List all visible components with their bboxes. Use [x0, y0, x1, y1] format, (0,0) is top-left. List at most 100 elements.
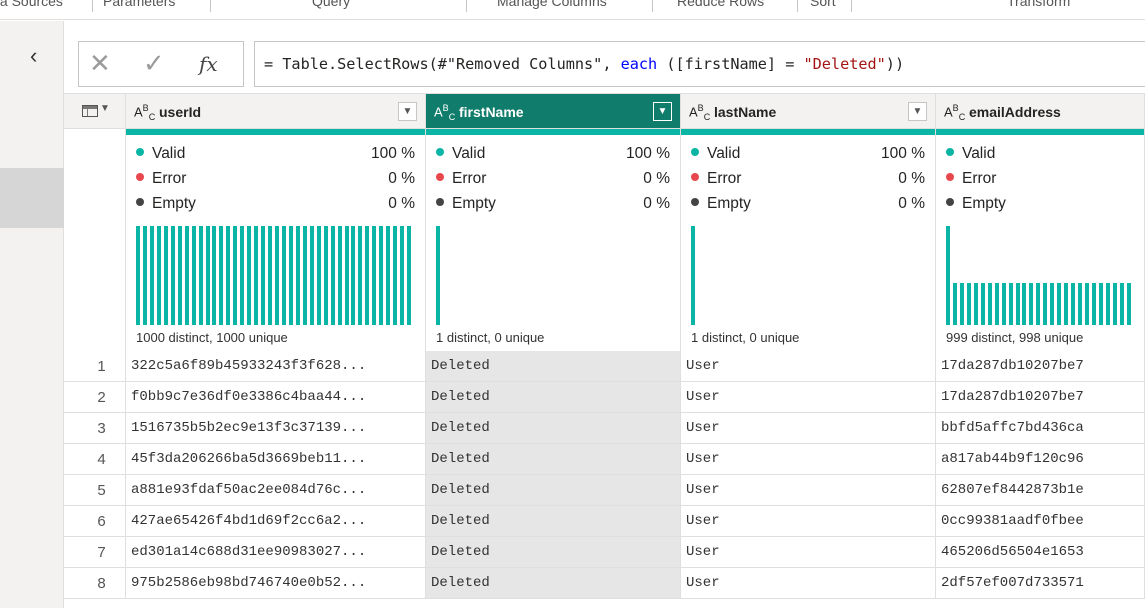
distribution-histogram: [946, 226, 1135, 325]
table-cell-lastName[interactable]: User: [681, 568, 936, 599]
formula-input[interactable]: = Table.SelectRows(#"Removed Columns", e…: [254, 41, 1145, 87]
row-number[interactable]: 7: [64, 537, 126, 568]
column-name: userId: [159, 104, 202, 120]
table-menu-button[interactable]: ▼: [64, 94, 126, 129]
table-cell-firstName[interactable]: Deleted: [426, 475, 681, 506]
error-dot: [946, 173, 954, 181]
ribbon-group-manage-columns[interactable]: Manage Columns: [497, 0, 607, 9]
close-icon[interactable]: ✕: [89, 48, 111, 79]
table-cell-emailAddress[interactable]: bbfd5affc7bd436ca: [936, 413, 1145, 444]
ribbon-group-transform[interactable]: Transform: [1007, 0, 1070, 9]
histogram-bar: [156, 226, 161, 325]
table-cell-userId[interactable]: f0bb9c7e36df0e3386c4baa44...: [126, 382, 426, 413]
error-percent: 0 %: [898, 170, 925, 187]
empty-text: Empty: [152, 195, 196, 212]
table-cell-userId[interactable]: 45f3da206266ba5d3669beb11...: [126, 444, 426, 475]
text-type-icon[interactable]: ABC: [134, 103, 155, 122]
table-cell-userId[interactable]: 322c5a6f89b45933243f3f628...: [126, 351, 426, 382]
table-cell-lastName[interactable]: User: [681, 444, 936, 475]
valid-text: Valid: [962, 145, 996, 162]
ribbon-group-sort[interactable]: Sort: [810, 0, 836, 9]
table-cell-lastName[interactable]: User: [681, 537, 936, 568]
histogram-bar: [966, 283, 971, 325]
table-cell-lastName[interactable]: User: [681, 506, 936, 537]
formula-keyword: each: [620, 55, 658, 73]
chevron-down-icon[interactable]: ▼: [908, 102, 927, 121]
table-cell-firstName[interactable]: Deleted: [426, 506, 681, 537]
row-number[interactable]: 6: [64, 506, 126, 537]
histogram-bar: [268, 226, 273, 325]
ribbon-group-reduce-rows[interactable]: Reduce Rows: [677, 0, 764, 9]
table-cell-firstName[interactable]: Deleted: [426, 382, 681, 413]
table-cell-lastName[interactable]: User: [681, 351, 936, 382]
fx-icon[interactable]: fx: [199, 52, 218, 76]
ribbon-separator: [652, 0, 653, 12]
ribbon-group-parameters[interactable]: Parameters: [103, 0, 175, 9]
table-cell-firstName[interactable]: Deleted: [426, 444, 681, 475]
text-type-icon[interactable]: ABC: [434, 103, 455, 122]
ribbon-group-data-sources[interactable]: ta Sources: [0, 0, 63, 9]
table-cell-firstName[interactable]: Deleted: [426, 537, 681, 568]
table-cell-emailAddress[interactable]: 62807ef8442873b1e: [936, 475, 1145, 506]
table-cell-lastName[interactable]: User: [681, 382, 936, 413]
column-header-firstName[interactable]: ABC firstName ▼: [426, 94, 681, 129]
row-number[interactable]: 3: [64, 413, 126, 444]
histogram-bar: [386, 226, 391, 325]
empty-percent: 0 %: [898, 195, 925, 212]
column-header-userId[interactable]: ABC userId ▼: [126, 94, 426, 129]
distinct-summary: 999 distinct, 998 unique: [946, 330, 1084, 345]
formula-string: "Deleted": [803, 55, 886, 73]
histogram-bar: [233, 226, 238, 325]
table-cell-emailAddress[interactable]: 17da287db10207be7: [936, 351, 1145, 382]
table-cell-userId[interactable]: 1516735b5b2ec9e13f3c37139...: [126, 413, 426, 444]
histogram-bar: [323, 226, 328, 325]
table-cell-userId[interactable]: a881e93fdaf50ac2ee084d76c...: [126, 475, 426, 506]
histogram-bar: [240, 226, 245, 325]
table-cell-userId[interactable]: ed301a14c688d31ee90983027...: [126, 537, 426, 568]
row-number[interactable]: 2: [64, 382, 126, 413]
histogram-bar: [393, 226, 398, 325]
selected-query-item[interactable]: [0, 168, 64, 228]
table-cell-emailAddress[interactable]: 465206d56504e1653: [936, 537, 1145, 568]
table-cell-lastName[interactable]: User: [681, 475, 936, 506]
table-cell-firstName[interactable]: Deleted: [426, 568, 681, 599]
table-cell-lastName[interactable]: User: [681, 413, 936, 444]
empty-percent: 0 %: [388, 195, 415, 212]
formula-text: = Table.SelectRows(#"Removed Columns",: [264, 55, 621, 73]
column-header-emailAddress[interactable]: ABC emailAddress: [936, 94, 1145, 129]
check-icon[interactable]: ✓: [143, 48, 165, 79]
column-header-lastName[interactable]: ABC lastName ▼: [681, 94, 936, 129]
distinct-summary: 1 distinct, 0 unique: [691, 330, 800, 345]
empty-label: Empty: [436, 195, 496, 213]
table-cell-firstName[interactable]: Deleted: [426, 413, 681, 444]
ribbon-group-query[interactable]: Query: [312, 0, 350, 9]
histogram-bar: [407, 226, 412, 325]
text-type-icon[interactable]: ABC: [944, 103, 965, 122]
table-cell-userId[interactable]: 975b2586eb98bd746740e0b52...: [126, 568, 426, 599]
histogram-bar: [163, 226, 168, 325]
chevron-left-icon[interactable]: ‹: [30, 43, 37, 69]
table-cell-emailAddress[interactable]: 17da287db10207be7: [936, 382, 1145, 413]
chevron-down-icon[interactable]: ▼: [398, 102, 417, 121]
column-name: lastName: [714, 104, 777, 120]
histogram-bar: [973, 283, 978, 325]
histogram-bar: [212, 226, 217, 325]
row-number[interactable]: 1: [64, 351, 126, 382]
histogram-bar: [1050, 283, 1055, 325]
table-cell-userId[interactable]: 427ae65426f4bd1d69f2cc6a2...: [126, 506, 426, 537]
table-cell-firstName[interactable]: Deleted: [426, 351, 681, 382]
text-type-icon[interactable]: ABC: [689, 103, 710, 122]
error-text: Error: [962, 170, 997, 187]
table-cell-emailAddress[interactable]: 0cc99381aadf0fbee: [936, 506, 1145, 537]
row-number[interactable]: 8: [64, 568, 126, 599]
row-number[interactable]: 5: [64, 475, 126, 506]
filter-icon[interactable]: ▼: [653, 102, 672, 121]
histogram-bar: [330, 226, 335, 325]
row-number[interactable]: 4: [64, 444, 126, 475]
empty-dot: [946, 198, 954, 206]
table-cell-emailAddress[interactable]: 2df57ef007d733571: [936, 568, 1145, 599]
distinct-summary: 1 distinct, 0 unique: [436, 330, 545, 345]
distribution-histogram: [691, 226, 926, 325]
ribbon: ta Sources Parameters Query Manage Colum…: [0, 0, 1145, 20]
table-cell-emailAddress[interactable]: a817ab44b9f120c96: [936, 444, 1145, 475]
